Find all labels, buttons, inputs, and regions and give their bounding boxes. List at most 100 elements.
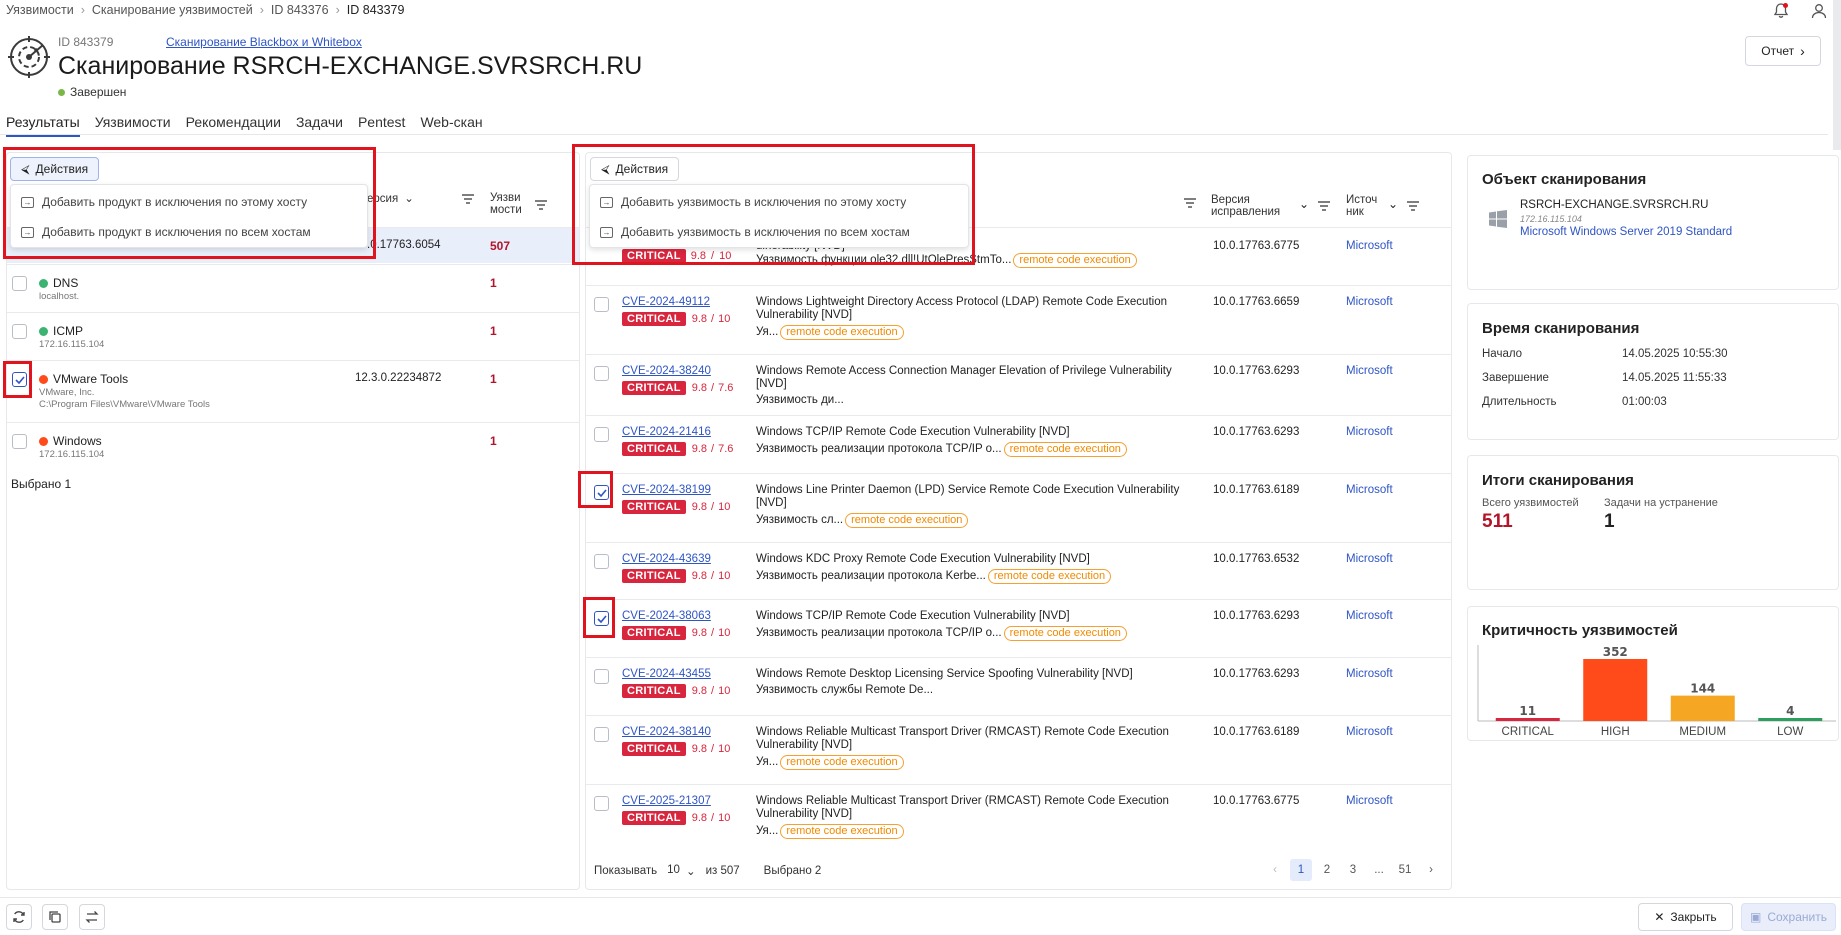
- filter-icon[interactable]: [462, 193, 474, 207]
- card-title: Критичность уязвимостей: [1482, 622, 1678, 639]
- cve-link[interactable]: CVE-2024-38140: [622, 726, 711, 738]
- swap-icon[interactable]: [79, 904, 105, 930]
- fix-version: 10.0.17763.6775: [1213, 240, 1300, 252]
- table-row[interactable]: VMware Tools VMware, Inc. C:\Program Fil…: [7, 360, 579, 422]
- cve-link[interactable]: CVE-2024-38063: [622, 610, 711, 622]
- table-row[interactable]: CVE-2024-43455 CRITICAL 9.8/10 Windows Remo…: [586, 658, 1451, 716]
- column-fix-version[interactable]: Версия исправления: [1211, 194, 1280, 218]
- close-button-label: Закрыть: [1670, 910, 1717, 924]
- windows-icon: [1489, 210, 1507, 231]
- breadcrumb-item[interactable]: ID 843376: [271, 3, 329, 17]
- category-label: CRITICAL: [1502, 726, 1555, 738]
- row-checkbox[interactable]: [594, 427, 609, 442]
- source-link[interactable]: Microsoft: [1346, 296, 1393, 308]
- user-icon[interactable]: [1808, 0, 1830, 22]
- row-checkbox[interactable]: [594, 796, 609, 811]
- table-row[interactable]: CVE-2024-38240 CRITICAL 9.8/7.6 Windows Rem…: [586, 355, 1451, 416]
- table-row[interactable]: ICMP 172.16.115.104 1: [7, 312, 579, 360]
- next-page-icon[interactable]: ›: [1420, 859, 1442, 881]
- filter-icon[interactable]: [1318, 200, 1330, 214]
- scan-type-link[interactable]: Сканирование Blackbox и Whitebox: [166, 35, 362, 49]
- row-checkbox[interactable]: [594, 297, 609, 312]
- page-button[interactable]: 1: [1290, 859, 1312, 881]
- bottom-divider: [0, 897, 1841, 898]
- tasks-value[interactable]: 1: [1604, 511, 1615, 533]
- report-button[interactable]: Отчет ›: [1745, 36, 1821, 66]
- chevron-down-icon[interactable]: ⌄: [1299, 197, 1309, 211]
- table-row[interactable]: CVE-2024-38199 CRITICAL 9.8/10 Windows Line…: [586, 474, 1451, 543]
- bar-low[interactable]: [1758, 718, 1823, 721]
- source-link[interactable]: Microsoft: [1346, 365, 1393, 377]
- cve-link[interactable]: CVE-2024-38199: [622, 484, 711, 496]
- prev-page-icon[interactable]: ‹: [1264, 859, 1286, 881]
- row-checkbox[interactable]: [594, 727, 609, 742]
- total-vulns-value[interactable]: 511: [1482, 511, 1513, 533]
- column-vulns[interactable]: Уязви мости: [490, 192, 522, 216]
- os-link[interactable]: Microsoft Windows Server 2019 Standard: [1520, 226, 1732, 238]
- vuln-tag: remote code execution: [780, 325, 904, 340]
- source-link[interactable]: Microsoft: [1346, 484, 1393, 496]
- cve-link[interactable]: CVE-2024-43639: [622, 553, 711, 565]
- breadcrumb-item[interactable]: Уязвимости: [6, 3, 74, 17]
- vuln-sub: Уязвимость реализации протокола Kerbe...…: [756, 569, 1112, 584]
- vuln-tag: remote code execution: [845, 513, 969, 528]
- bell-icon[interactable]: [1770, 0, 1792, 22]
- row-checkbox[interactable]: [12, 434, 27, 449]
- refresh-icon[interactable]: [6, 904, 32, 930]
- cve-link[interactable]: CVE-2024-49112: [622, 296, 710, 308]
- source-link[interactable]: Microsoft: [1346, 553, 1393, 565]
- source-link[interactable]: Microsoft: [1346, 426, 1393, 438]
- table-row[interactable]: DNS localhost. 1: [7, 264, 579, 312]
- filter-icon[interactable]: [1184, 197, 1196, 211]
- row-checkbox[interactable]: [594, 366, 609, 381]
- cve-link[interactable]: CVE-2025-21307: [622, 795, 711, 807]
- chevron-down-icon[interactable]: ⌄: [1388, 197, 1398, 211]
- page-button[interactable]: 51: [1394, 859, 1416, 881]
- table-row[interactable]: CVE-2024-38063 CRITICAL 9.8/10 Windows TCP/…: [586, 600, 1451, 658]
- vuln-sub: Уя... remote code execution: [756, 325, 904, 340]
- table-row[interactable]: CVE-2024-43639 CRITICAL 9.8/10 Windows KDC …: [586, 543, 1451, 600]
- source-link[interactable]: Microsoft: [1346, 795, 1393, 807]
- bar-high[interactable]: [1583, 659, 1648, 721]
- table-row[interactable]: CVE-2025-21307 CRITICAL 9.8/10 Windows Reli…: [586, 785, 1451, 854]
- page-button[interactable]: 3: [1342, 859, 1364, 881]
- card-title: Итоги сканирования: [1482, 472, 1634, 489]
- row-checkbox[interactable]: [12, 276, 27, 291]
- vuln-title-line2: [NVD]: [756, 497, 787, 509]
- score-a: 9.8: [691, 570, 708, 582]
- cve-link[interactable]: CVE-2024-21416: [622, 426, 711, 438]
- severity-chart: 11 CRITICAL 352 HIGH 144 MEDIUM 4 LOW: [1477, 645, 1836, 738]
- save-button-label: Сохранить: [1767, 910, 1827, 924]
- product-version: .0.17763.6054: [367, 239, 441, 251]
- row-checkbox[interactable]: [12, 324, 27, 339]
- filter-icon[interactable]: [535, 199, 547, 213]
- save-button[interactable]: ▣ Сохранить: [1741, 903, 1836, 931]
- page-button[interactable]: 2: [1316, 859, 1338, 881]
- fix-version: 10.0.17763.6189: [1213, 726, 1300, 738]
- cve-link[interactable]: CVE-2024-38240: [622, 365, 711, 377]
- breadcrumb-item[interactable]: Сканирование уязвимостей: [92, 3, 253, 17]
- source-link[interactable]: Microsoft: [1346, 610, 1393, 622]
- source-link[interactable]: Microsoft: [1346, 668, 1393, 680]
- cve-link[interactable]: CVE-2024-43455: [622, 668, 711, 680]
- fix-version: 10.0.17763.6775: [1213, 795, 1300, 807]
- table-row[interactable]: Windows 172.16.115.104 1: [7, 422, 579, 470]
- category-label: LOW: [1777, 726, 1803, 738]
- filter-icon[interactable]: [1407, 200, 1419, 214]
- row-checkbox[interactable]: [594, 554, 609, 569]
- close-button[interactable]: ✕ Закрыть: [1638, 903, 1733, 931]
- table-row[interactable]: CVE-2024-38140 CRITICAL 9.8/10 Windows Reli…: [586, 716, 1451, 785]
- source-link[interactable]: Microsoft: [1346, 726, 1393, 738]
- row-checkbox[interactable]: [594, 669, 609, 684]
- table-row[interactable]: CVE-2024-21416 CRITICAL 9.8/7.6 Windows TCP…: [586, 416, 1451, 474]
- source-link[interactable]: Microsoft: [1346, 240, 1393, 252]
- page-size-select[interactable]: 10 ⌄: [667, 864, 695, 878]
- critical-badge: CRITICAL: [622, 811, 686, 825]
- bar-critical[interactable]: [1495, 718, 1560, 721]
- bar-medium[interactable]: [1670, 695, 1735, 721]
- table-row[interactable]: CVE-2024-49112 CRITICAL 9.8/10 Windows Ligh…: [586, 286, 1451, 355]
- copy-icon[interactable]: [42, 904, 68, 930]
- card-title: Объект сканирования: [1482, 171, 1647, 188]
- column-source[interactable]: Источ ник: [1346, 194, 1377, 218]
- page-scrollbar[interactable]: [1833, 0, 1841, 150]
